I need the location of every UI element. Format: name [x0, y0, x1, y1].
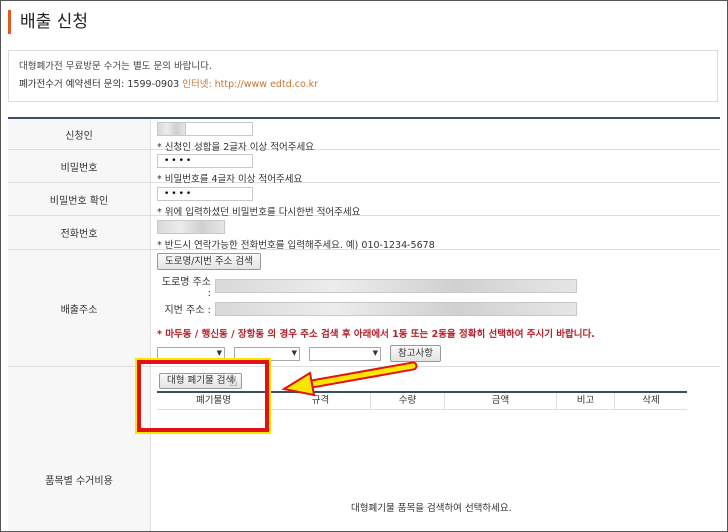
lot-address-label: 지번 주소 :	[164, 305, 211, 316]
row-password: 비밀번호 •••• * 비밀번호를 4글자 이상 적어주세요	[8, 150, 720, 185]
pointer-arrow-icon	[281, 361, 418, 397]
notice-line1: 대형폐가전 무료방문 수거는 별도 문의 바랍니다.	[19, 61, 212, 72]
password-confirm-label: 비밀번호 확인	[8, 183, 151, 215]
dropdown-arrow-icon: ▼	[216, 348, 222, 357]
items-empty-message: 대형폐기물 품목을 검색하여 선택하세요.	[351, 503, 512, 514]
notice-box: 대형폐가전 무료방문 수거는 별도 문의 바랍니다. 폐가전수거 예약센터 문의…	[8, 50, 718, 102]
col-amount: 금액	[445, 393, 557, 409]
hand-cursor-icon: ☝	[229, 374, 238, 390]
items-label: 품목별 수거비용	[8, 367, 151, 531]
row-password-confirm: 비밀번호 확인 •••• * 위에 입력하셨던 비밀번호를 다시한번 적어주세요	[8, 183, 720, 218]
notice-line2: 폐가전수거 예약센터 문의: 1599-0903 인터넷: http://www…	[19, 77, 707, 93]
applicant-label: 신청인	[8, 119, 151, 149]
dropdown-arrow-icon: ▼	[291, 348, 297, 357]
password-label: 비밀번호	[8, 150, 151, 182]
applicant-input[interactable]	[185, 122, 253, 136]
notice-phone: 폐가전수거 예약센터 문의: 1599-0903	[19, 79, 180, 90]
notice-web: 인터넷: http://www edtd.co.kr	[182, 79, 319, 90]
dropdown-arrow-icon: ▼	[372, 348, 378, 357]
district-select[interactable]: ▼	[234, 346, 300, 361]
page-title: 배출 신청	[8, 10, 88, 34]
address-warning: * 마두동 / 행신동 / 장항동 의 경우 주소 검색 후 아래에서 1동 또…	[157, 329, 595, 340]
applicant-input-blurred	[157, 122, 185, 136]
row-address: 배출주소 도로명/지번 주소 검색 도로명 주소 : 지번 주소 : * 마두동…	[8, 250, 720, 367]
address-label: 배출주소	[8, 250, 151, 366]
password-input[interactable]: ••••	[157, 154, 253, 168]
phone-input[interactable]	[157, 220, 225, 234]
highlight-box	[135, 358, 271, 434]
road-address-label: 도로명 주소 :	[161, 277, 211, 299]
row-phone: 전화번호 * 반드시 연락가능한 전화번호를 입력해주세요. 예) 010-12…	[8, 216, 720, 251]
lot-address-input[interactable]	[215, 301, 577, 316]
city-select[interactable]: ▼	[157, 346, 225, 361]
application-form: 신청인 * 신청인 성함을 2글자 이상 적어주세요 비밀번호 •••• * 비…	[8, 117, 720, 531]
dong-select[interactable]: ▼	[309, 346, 381, 361]
phone-label: 전화번호	[8, 216, 151, 249]
phone-hint: * 반드시 연락가능한 전화번호를 입력해주세요. 예) 010-1234-56…	[157, 240, 435, 251]
col-delete: 삭제	[642, 395, 660, 406]
address-search-button[interactable]: 도로명/지번 주소 검색	[157, 253, 261, 270]
road-address-input[interactable]	[215, 279, 577, 293]
col-note: 비고	[557, 393, 615, 409]
password-confirm-input[interactable]: ••••	[157, 187, 253, 201]
row-applicant: 신청인 * 신청인 성함을 2글자 이상 적어주세요	[8, 119, 720, 153]
